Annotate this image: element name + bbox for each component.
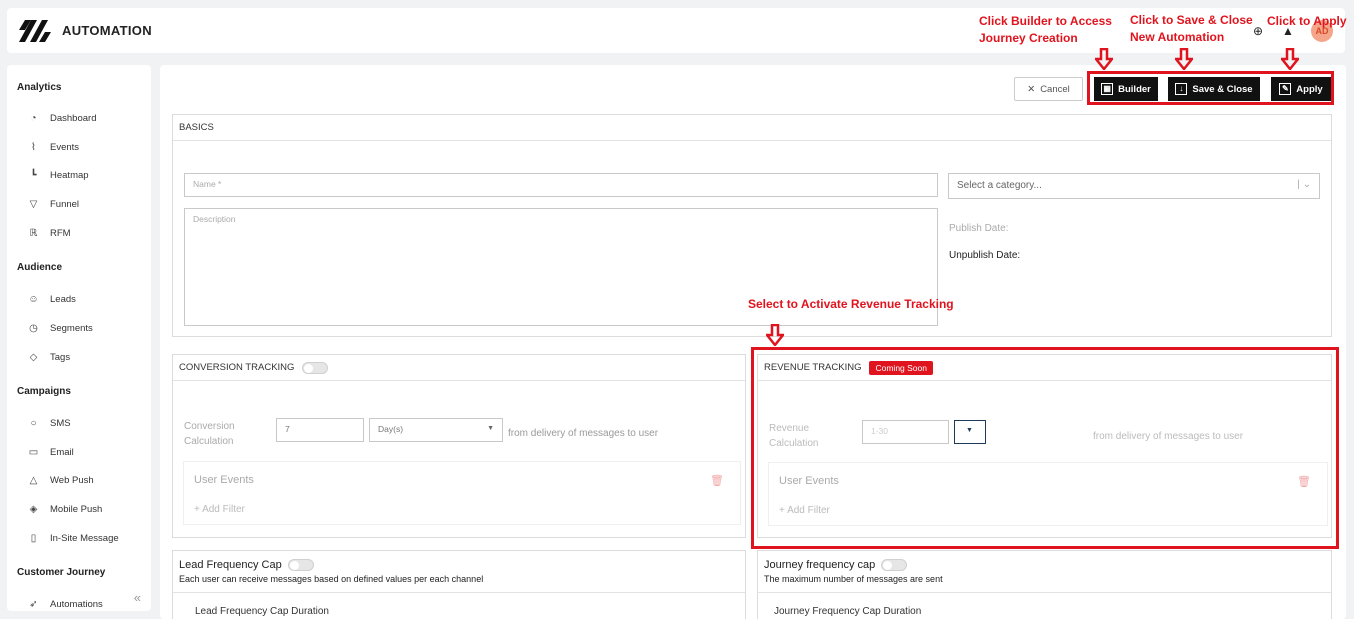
sidebar-item-tags[interactable]: ◇ Tags bbox=[27, 352, 70, 363]
sidebar-item-sms[interactable]: ○ SMS bbox=[27, 418, 70, 429]
line-chart-icon: ⌇ bbox=[31, 142, 36, 153]
toolbar-highlight-box bbox=[1087, 71, 1334, 105]
sidebar-section-customer-journey: Customer Journey bbox=[17, 567, 106, 578]
close-icon: ✕ bbox=[1027, 83, 1036, 95]
users-icon: ☺ bbox=[28, 294, 39, 305]
sidebar-section-audience: Audience bbox=[17, 262, 63, 273]
lead-frequency-cap-title: Lead Frequency Cap bbox=[179, 559, 282, 571]
journey-frequency-cap-panel: Journey frequency cap The maximum number… bbox=[757, 550, 1332, 619]
lead-frequency-cap-duration-label: Lead Frequency Cap Duration bbox=[195, 606, 329, 617]
app-title: AUTOMATION bbox=[62, 23, 152, 38]
pie-icon: ◷ bbox=[29, 323, 38, 334]
lifebuoy-icon[interactable]: ⊕ bbox=[1251, 24, 1265, 38]
journey-frequency-cap-title: Journey frequency cap bbox=[764, 559, 876, 571]
name-input[interactable]: Name * bbox=[184, 173, 938, 197]
annotation-builder: Click Builder to Access Journey Creation bbox=[979, 14, 1112, 45]
sidebar-item-mobile-push[interactable]: ◈ Mobile Push bbox=[27, 504, 103, 515]
annotation-revenue: Select to Activate Revenue Tracking bbox=[748, 297, 954, 311]
stripes-logo-icon[interactable] bbox=[17, 16, 53, 46]
sidebar-item-web-push[interactable]: △ Web Push bbox=[27, 475, 94, 486]
add-filter-button[interactable]: + Add Filter bbox=[194, 504, 245, 515]
arrow-down-icon bbox=[766, 324, 784, 346]
lead-frequency-cap-panel: Lead Frequency Cap Each user can receive… bbox=[172, 550, 746, 619]
arrow-down-icon bbox=[1175, 48, 1193, 70]
arrow-down-icon bbox=[1281, 48, 1299, 70]
sidebar-item-in-site-message[interactable]: ▯ In-Site Message bbox=[27, 533, 119, 544]
lead-frequency-cap-desc: Each user can receive messages based on … bbox=[179, 574, 484, 584]
conversion-unit-select[interactable]: Day(s) ▼ bbox=[369, 418, 503, 442]
publish-date-label: Publish Date: bbox=[949, 223, 1009, 234]
mobile-icon: ◈ bbox=[29, 504, 38, 515]
trash-icon[interactable]: 🗑 bbox=[710, 474, 724, 487]
sidebar-item-dashboard[interactable]: ◔ Dashboard bbox=[27, 113, 96, 124]
gauge-icon: ◔ bbox=[30, 113, 37, 124]
collapse-sidebar-icon[interactable]: « bbox=[134, 590, 141, 605]
mail-icon: ▭ bbox=[28, 447, 39, 458]
bell-icon: △ bbox=[29, 475, 38, 486]
lead-frequency-cap-toggle[interactable] bbox=[287, 559, 314, 571]
sidebar-item-automations[interactable]: ➶ Automations bbox=[27, 599, 103, 610]
journey-frequency-cap-desc: The maximum number of messages are sent bbox=[764, 574, 943, 584]
cancel-button[interactable]: ✕ Cancel bbox=[1014, 77, 1083, 101]
journey-frequency-cap-toggle[interactable] bbox=[881, 559, 908, 571]
conversion-days-input[interactable]: 7 bbox=[276, 418, 364, 442]
chevron-down-icon: ▼ bbox=[487, 425, 494, 432]
revenue-highlight-box bbox=[751, 347, 1339, 549]
unpublish-date-label: Unpublish Date: bbox=[949, 250, 1021, 261]
conversion-tracking-title: CONVERSION TRACKING bbox=[179, 362, 295, 373]
r-box-icon: ℝ bbox=[29, 228, 38, 239]
conversion-tracking-toggle[interactable] bbox=[302, 361, 329, 374]
sidebar: Analytics ◔ Dashboard ⌇ Events ┗ Heatmap ▽ F… bbox=[7, 65, 151, 611]
bar-chart-icon: ┗ bbox=[30, 170, 37, 181]
arrow-down-icon bbox=[1095, 48, 1113, 70]
sidebar-section-analytics: Analytics bbox=[17, 82, 62, 93]
sidebar-item-segments[interactable]: ◷ Segments bbox=[27, 323, 93, 334]
chevron-down-icon: | ⌄ bbox=[1297, 179, 1311, 190]
sidebar-item-leads[interactable]: ☺ Leads bbox=[27, 294, 76, 305]
conversion-user-events: User Events + Add Filter 🗑 bbox=[183, 461, 741, 525]
chat-icon: ○ bbox=[30, 418, 37, 429]
sidebar-item-rfm[interactable]: ℝ RFM bbox=[27, 228, 71, 239]
conversion-tracking-panel: CONVERSION TRACKING Conversion Calculatio… bbox=[172, 354, 746, 538]
basics-title: BASICS bbox=[173, 115, 1331, 141]
category-select[interactable]: Select a category... | ⌄ bbox=[948, 173, 1320, 199]
sidebar-section-campaigns: Campaigns bbox=[17, 386, 71, 397]
annotation-save-close: Click to Save & Close New Automation bbox=[1130, 13, 1253, 44]
sidebar-item-heatmap[interactable]: ┗ Heatmap bbox=[27, 170, 88, 181]
funnel-icon: ▽ bbox=[29, 199, 38, 210]
rocket-icon: ➶ bbox=[29, 599, 38, 610]
conversion-suffix: from delivery of messages to user bbox=[508, 428, 659, 439]
journey-frequency-cap-duration-label: Journey Frequency Cap Duration bbox=[774, 606, 922, 617]
sidebar-item-funnel[interactable]: ▽ Funnel bbox=[27, 199, 79, 210]
annotation-apply: Click to Apply bbox=[1267, 14, 1347, 28]
conversion-calculation-label: Conversion Calculation bbox=[184, 421, 235, 447]
sidebar-item-email[interactable]: ▭ Email bbox=[27, 447, 74, 458]
tag-icon: ◇ bbox=[29, 352, 38, 363]
sidebar-item-events[interactable]: ⌇ Events bbox=[27, 142, 79, 153]
page-icon: ▯ bbox=[30, 533, 37, 544]
